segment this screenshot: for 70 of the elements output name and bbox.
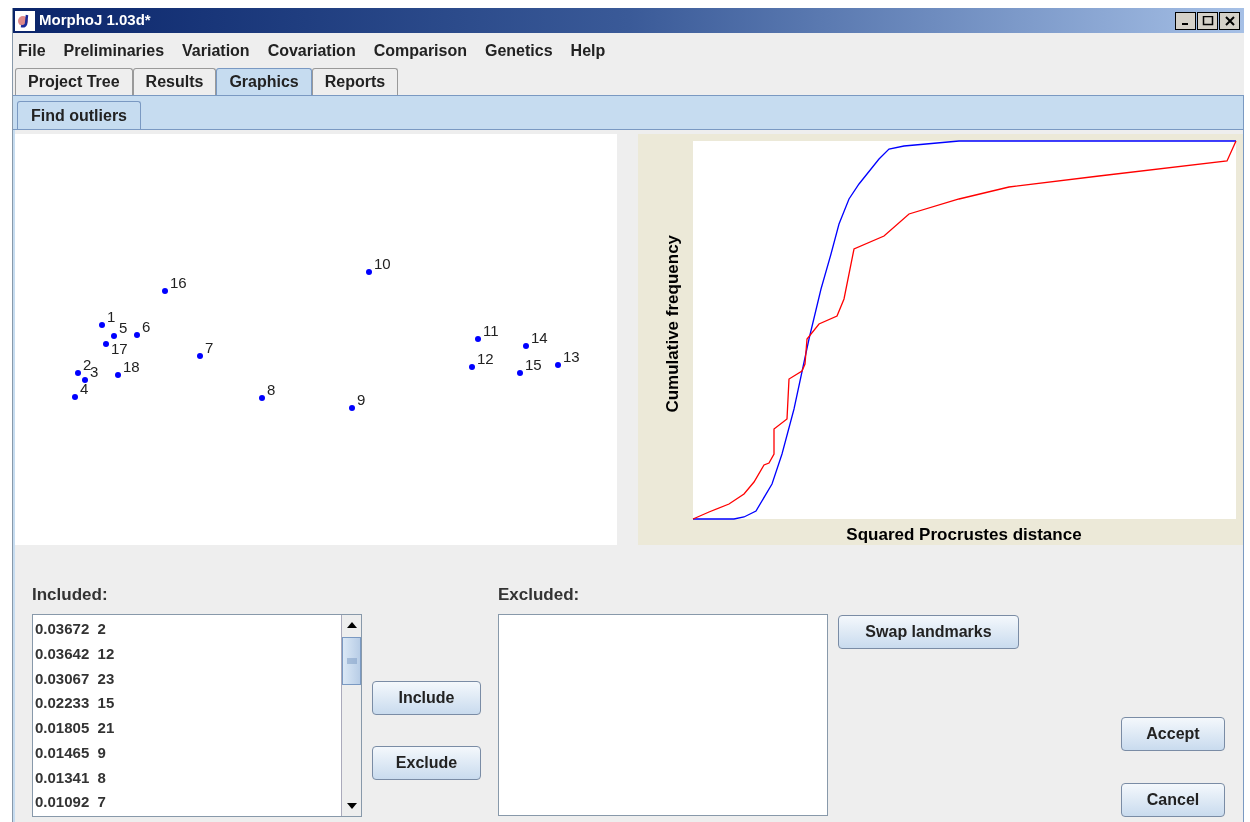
landmark-point xyxy=(103,341,109,347)
menu-item[interactable]: Help xyxy=(570,38,606,63)
landmark-label: 9 xyxy=(357,391,366,408)
app-logo-icon xyxy=(15,10,35,31)
list-item[interactable]: 0.01092 7 xyxy=(35,791,341,816)
scroll-thumb[interactable] xyxy=(342,637,361,685)
tab[interactable]: Reports xyxy=(311,68,399,95)
landmark-label: 5 xyxy=(119,319,128,336)
landmark-point xyxy=(259,395,265,401)
list-item[interactable]: 0.03672 2 xyxy=(35,618,341,643)
landmark-label: 1 xyxy=(107,308,116,325)
swap-landmarks-button[interactable]: Swap landmarks xyxy=(838,615,1019,649)
landmark-label: 7 xyxy=(205,339,214,356)
landmark-point xyxy=(469,364,475,370)
excluded-label: Excluded: xyxy=(498,584,581,606)
list-item[interactable]: 0.01341 8 xyxy=(35,766,341,792)
landmark-label: 11 xyxy=(483,322,499,339)
landmark-label: 12 xyxy=(477,350,494,367)
menu-item[interactable]: Covariation xyxy=(267,38,356,63)
menu-item[interactable]: Preliminaries xyxy=(63,38,165,63)
list-item[interactable]: 0.02233 15 xyxy=(35,692,341,717)
list-item[interactable]: 0.01805 21 xyxy=(35,717,341,742)
accept-button[interactable]: Accept xyxy=(1121,717,1225,751)
menu-item[interactable]: Variation xyxy=(182,38,250,63)
landmark-point xyxy=(366,269,372,275)
landmark-label: 13 xyxy=(563,348,580,365)
scrollbar[interactable] xyxy=(341,615,361,816)
menu-item[interactable]: Genetics xyxy=(485,38,553,63)
minimize-icon[interactable] xyxy=(1175,11,1196,30)
landmark-label: 4 xyxy=(80,380,89,397)
landmark-point xyxy=(134,332,140,338)
cancel-button[interactable]: Cancel xyxy=(1121,783,1225,817)
x-axis-title: Squared Procrustes distance xyxy=(846,524,1082,546)
landmark-label: 10 xyxy=(374,255,391,272)
landmark-point xyxy=(115,372,121,378)
landmark-point xyxy=(475,336,481,342)
landmark-label: 3 xyxy=(90,363,99,380)
landmark-point xyxy=(523,343,529,349)
tab[interactable]: Project Tree xyxy=(15,68,133,95)
landmark-label: 2 xyxy=(83,356,92,373)
list-item[interactable]: 0.03067 23 xyxy=(35,667,341,693)
landmark-point xyxy=(555,362,561,368)
landmark-label: 15 xyxy=(525,356,542,373)
landmark-point xyxy=(197,353,203,359)
y-axis-title: Cumulative frequency xyxy=(661,235,683,413)
landmark-label: 17 xyxy=(111,340,128,357)
landmark-point xyxy=(72,394,78,400)
tab[interactable]: Find outliers xyxy=(17,101,141,129)
landmark-label: 16 xyxy=(170,274,187,291)
landmark-label: 8 xyxy=(267,381,276,398)
landmark-point xyxy=(111,333,117,339)
landmark-point xyxy=(517,370,523,376)
menu-item[interactable]: File xyxy=(18,38,46,63)
maximize-icon[interactable] xyxy=(1197,11,1218,30)
landmark-point xyxy=(99,322,105,328)
list-item[interactable]: 0.03642 12 xyxy=(35,642,341,668)
close-icon[interactable] xyxy=(1219,11,1240,30)
landmark-label: 18 xyxy=(123,358,140,375)
window-title: MorphoJ 1.03d* xyxy=(39,10,151,31)
list-item[interactable]: 0.01465 9 xyxy=(35,741,341,767)
included-label: Included: xyxy=(32,584,109,606)
landmark-label: 6 xyxy=(142,318,151,335)
include-button[interactable]: Include xyxy=(372,681,481,715)
exclude-button[interactable]: Exclude xyxy=(372,746,481,780)
tab[interactable]: Graphics xyxy=(216,68,312,95)
landmark-point xyxy=(349,405,355,411)
landmark-label: 14 xyxy=(531,329,548,346)
landmark-point xyxy=(162,288,168,294)
tab[interactable]: Results xyxy=(132,68,217,95)
menu-item[interactable]: Comparison xyxy=(373,38,467,63)
